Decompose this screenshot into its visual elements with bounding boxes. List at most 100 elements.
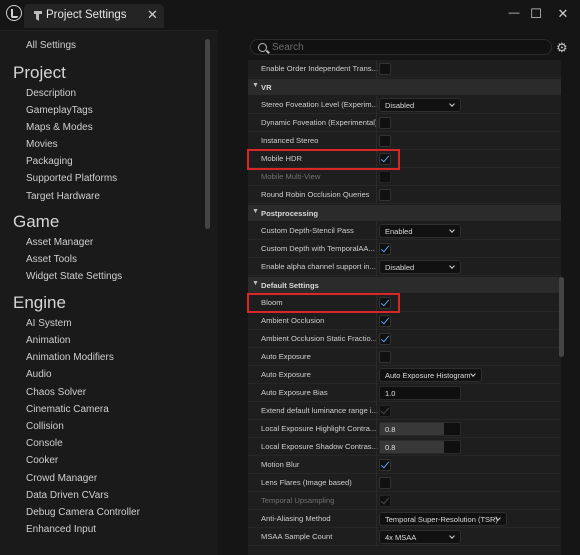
setting-row-auto-exposure-method: Auto Exposure Auto Exposure Histogram — [248, 366, 561, 384]
chevron-down-icon: ▼ — [252, 82, 259, 89]
local-exposure-shadow-slider[interactable]: 0.8 — [379, 440, 461, 454]
checkbox-mobile-multi-view — [379, 171, 391, 183]
checkbox-lens-flares[interactable] — [379, 477, 391, 489]
tab-title: Project Settings — [46, 9, 127, 21]
sidebar-item-animation-modifiers[interactable]: Animation Modifiers — [26, 352, 114, 363]
sidebar-item-audio[interactable]: Audio — [26, 369, 52, 380]
sidebar-item-widget-state-settings[interactable]: Widget State Settings — [26, 271, 122, 282]
checkbox-motion-blur[interactable] — [379, 459, 391, 471]
sidebar-item-gameplaytags[interactable]: GameplayTags — [26, 105, 93, 116]
checkbox-auto-exposure[interactable] — [379, 351, 391, 363]
sidebar-item-enhanced-input[interactable]: Enhanced Input — [26, 524, 96, 535]
tab-close-icon[interactable]: ✕ — [147, 7, 158, 23]
search-box[interactable] — [250, 39, 552, 55]
setting-row-order-independent-transparency: Enable Order Independent Trans... — [248, 60, 561, 78]
sidebar-item-asset-manager[interactable]: Asset Manager — [26, 237, 93, 248]
sidebar-item-animation[interactable]: Animation — [26, 335, 70, 346]
dropdown-value: Disabled — [385, 101, 415, 110]
sidebar-item-chaos-solver[interactable]: Chaos Solver — [26, 387, 86, 398]
category-header-default-settings[interactable]: ▼ Default Settings — [248, 277, 561, 293]
checkbox-order-independent-transparency[interactable] — [379, 63, 391, 75]
sidebar-item-target-hardware[interactable]: Target Hardware — [26, 191, 100, 202]
minimize-button[interactable]: — — [506, 7, 522, 19]
checkbox-ambient-occlusion[interactable] — [379, 315, 391, 327]
sidebar-item-all-settings[interactable]: All Settings — [26, 40, 76, 51]
search-icon — [258, 43, 267, 52]
auto-exposure-bias-input[interactable]: 1.0 — [379, 386, 461, 400]
setting-label: Mobile HDR — [261, 154, 302, 163]
setting-label: Local Exposure Highlight Contra... — [261, 424, 377, 433]
setting-row-dynamic-foveation: Dynamic Foveation (Experimental) — [248, 114, 561, 132]
setting-row-ambient-occlusion: Ambient Occlusion — [248, 312, 561, 330]
sidebar-item-description[interactable]: Description — [26, 88, 76, 99]
sidebar-item-cinematic-camera[interactable]: Cinematic Camera — [26, 404, 109, 415]
setting-row-local-exposure-shadow: Local Exposure Shadow Contras... 0.8 — [248, 438, 561, 456]
section-header-engine: Engine — [13, 293, 66, 312]
checkbox-round-robin-occlusion[interactable] — [379, 189, 391, 201]
setting-label: Bloom — [261, 298, 283, 307]
setting-label: Dynamic Foveation (Experimental) — [261, 118, 378, 127]
setting-row-custom-depth-stencil: Custom Depth-Stencil Pass Enabled — [248, 222, 561, 240]
dropdown-value: Disabled — [385, 263, 415, 272]
sidebar-item-packaging[interactable]: Packaging — [26, 156, 73, 167]
dropdown-value: 4x MSAA — [385, 533, 417, 542]
checkbox-ao-static-fraction[interactable] — [379, 333, 391, 345]
setting-label: Auto Exposure — [261, 370, 311, 379]
dropdown-msaa-sample-count[interactable]: 4x MSAA — [379, 530, 461, 544]
checkbox-mobile-hdr[interactable] — [379, 153, 391, 165]
sidebar-scrollbar[interactable] — [205, 39, 210, 229]
maximize-button[interactable]: ☐ — [528, 6, 544, 22]
settings-details-panel: ⚙ Enable Order Independent Trans... ▼ VR… — [244, 30, 580, 555]
sidebar-item-collision[interactable]: Collision — [26, 421, 64, 432]
category-header-vr[interactable]: ▼ VR — [248, 79, 561, 95]
checkbox-custom-depth-temporalaa[interactable] — [379, 243, 391, 255]
setting-label: Stereo Foveation Level (Experim... — [261, 100, 378, 109]
checkbox-instanced-stereo[interactable] — [379, 135, 391, 147]
setting-row-stereo-foveation-level: Stereo Foveation Level (Experim... Disab… — [248, 96, 561, 114]
dropdown-alpha-channel-support[interactable]: Disabled — [379, 260, 461, 274]
dropdown-anti-aliasing-method[interactable]: Temporal Super-Resolution (TSR) — [379, 512, 507, 526]
sidebar-item-cooker[interactable]: Cooker — [26, 455, 58, 466]
sidebar-item-data-driven-cvars[interactable]: Data Driven CVars — [26, 490, 109, 501]
setting-label: Auto Exposure — [261, 352, 311, 361]
local-exposure-highlight-slider[interactable]: 0.8 — [379, 422, 461, 436]
checkbox-dynamic-foveation[interactable] — [379, 117, 391, 129]
sidebar-item-console[interactable]: Console — [26, 438, 63, 449]
dropdown-value: Enabled — [385, 227, 413, 236]
chevron-down-icon: ▼ — [252, 208, 259, 215]
sidebar-item-asset-tools[interactable]: Asset Tools — [26, 254, 77, 265]
search-input[interactable] — [272, 41, 542, 54]
sidebar-item-debug-camera-controller[interactable]: Debug Camera Controller — [26, 507, 140, 518]
sidebar-item-crowd-manager[interactable]: Crowd Manager — [26, 473, 97, 484]
setting-label: Lens Flares (Image based) — [261, 478, 352, 487]
setting-label: Enable alpha channel support in... — [261, 262, 376, 271]
setting-row-auto-exposure-bias: Auto Exposure Bias 1.0 — [248, 384, 561, 402]
chevron-down-icon — [449, 263, 455, 269]
setting-row-round-robin-occlusion: Round Robin Occlusion Queries — [248, 186, 561, 204]
category-header-postprocessing[interactable]: ▼ Postprocessing — [248, 205, 561, 221]
dropdown-custom-depth-stencil[interactable]: Enabled — [379, 224, 461, 238]
section-header-project: Project — [13, 63, 66, 82]
settings-list: Enable Order Independent Trans... ▼ VR S… — [248, 60, 561, 555]
sidebar-item-movies[interactable]: Movies — [26, 139, 58, 150]
tab-project-settings[interactable]: Project Settings ✕ — [24, 4, 164, 28]
checkbox-bloom[interactable] — [379, 297, 391, 309]
setting-row-mobile-multi-view: Mobile Multi-View — [248, 168, 561, 186]
setting-row-alpha-channel-support: Enable alpha channel support in... Disab… — [248, 258, 561, 276]
checkbox-extend-luminance-range — [379, 405, 391, 417]
sidebar-item-supported-platforms[interactable]: Supported Platforms — [26, 173, 117, 184]
setting-label: MSAA Sample Count — [261, 532, 333, 541]
sidebar-item-ai-system[interactable]: AI System — [26, 318, 72, 329]
dropdown-stereo-foveation-level[interactable]: Disabled — [379, 98, 461, 112]
setting-label: Instanced Stereo — [261, 136, 319, 145]
category-title: VR — [261, 82, 272, 92]
setting-label: Extend default luminance range i... — [261, 406, 378, 415]
window-close-button[interactable]: ✕ — [555, 6, 571, 22]
dropdown-auto-exposure-method[interactable]: Auto Exposure Histogram — [379, 368, 482, 382]
setting-label: Ambient Occlusion — [261, 316, 325, 325]
gear-icon[interactable]: ⚙ — [556, 40, 568, 56]
setting-row-local-exposure-highlight: Local Exposure Highlight Contra... 0.8 — [248, 420, 561, 438]
setting-label: Custom Depth-Stencil Pass — [261, 226, 354, 235]
details-scrollbar[interactable] — [559, 277, 564, 357]
sidebar-item-maps-modes[interactable]: Maps & Modes — [26, 122, 93, 133]
